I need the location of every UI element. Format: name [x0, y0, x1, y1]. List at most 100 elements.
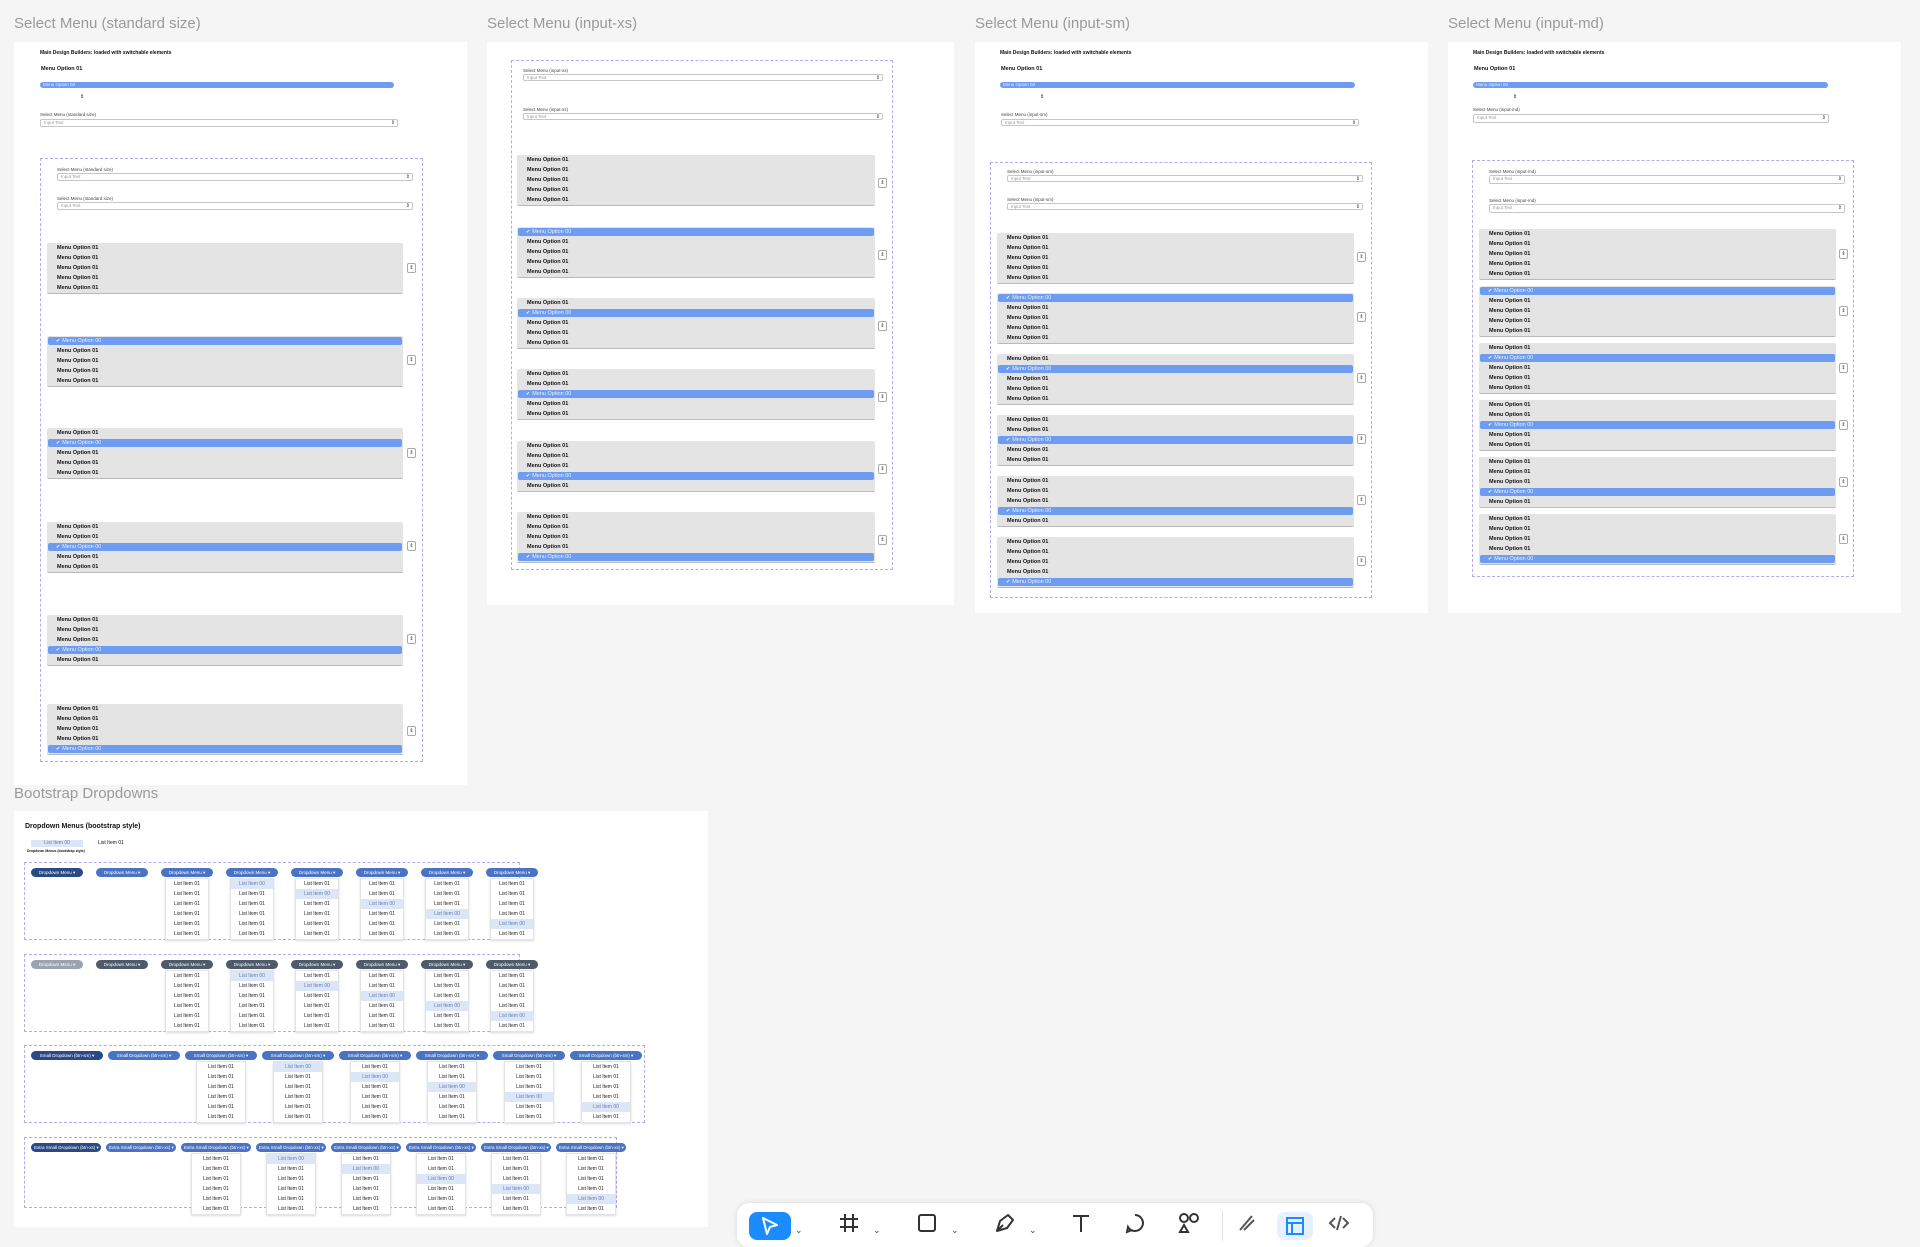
dropdown-item[interactable]: List Item 01	[492, 1154, 540, 1164]
menu-option[interactable]: Menu Option 01	[1479, 457, 1836, 467]
dropdown-toggle-button[interactable]: Dropdown Menu ▾	[96, 868, 148, 877]
dropdown-item[interactable]: List Item 01	[166, 981, 208, 991]
dropdown-item[interactable]: List Item 01	[231, 889, 273, 899]
dropdown-item[interactable]: List Item 01	[417, 1194, 465, 1204]
menu-option[interactable]: Menu Option 01	[997, 394, 1354, 404]
menu-option[interactable]: Menu Option 01	[47, 625, 403, 635]
dropdown-item[interactable]: List Item 01	[342, 1154, 390, 1164]
dropdown-item[interactable]: List Item 01	[274, 1112, 322, 1122]
dropdown-item[interactable]: List Item 01	[267, 1174, 315, 1184]
stepper-icon[interactable]: ⇕	[878, 464, 887, 474]
menu-option[interactable]: Menu Option 01	[1479, 383, 1836, 393]
stepper-icon[interactable]: ⇕	[1357, 495, 1366, 505]
dropdown-item[interactable]: List Item 01	[426, 879, 468, 889]
dropdown-item[interactable]: List Item 01	[192, 1194, 240, 1204]
dropdown-item[interactable]: List Item 01	[197, 1062, 245, 1072]
menu-option-selected[interactable]: Menu Option 00	[518, 553, 874, 561]
menu-option[interactable]: Menu Option 01	[997, 557, 1354, 567]
dropdown-item[interactable]: List Item 01	[426, 971, 468, 981]
dropdown-item[interactable]: List Item 01	[491, 981, 533, 991]
menu-option[interactable]: Menu Option 01	[997, 313, 1354, 323]
dropdown-item[interactable]: List Item 01	[231, 899, 273, 909]
dropdown-item[interactable]: List Item 01	[428, 1112, 476, 1122]
menu-option[interactable]: Menu Option 01	[517, 512, 875, 522]
select-menu-open[interactable]: Menu Option 01 Menu Option 00 Menu Optio…	[1479, 343, 1836, 394]
menu-option[interactable]: Menu Option 01	[997, 496, 1354, 506]
stepper-icon[interactable]: ⇕	[878, 178, 887, 188]
dropdown-item[interactable]: List Item 01	[491, 991, 533, 1001]
dropdown-item[interactable]: List Item 01	[274, 1102, 322, 1112]
menu-option[interactable]: Menu Option 01	[997, 476, 1354, 486]
stepper-icon[interactable]: ⇕	[1357, 373, 1366, 383]
menu-option[interactable]: Menu Option 01	[1479, 343, 1836, 353]
frame-tool-icon[interactable]	[833, 1212, 865, 1240]
menu-option[interactable]: Menu Option 01	[47, 552, 403, 562]
menu-option[interactable]: Menu Option 01	[1479, 316, 1836, 326]
dropdown-toggle-button[interactable]: Dropdown Menu ▾	[31, 868, 83, 877]
dropdown-item[interactable]: List Item 01	[491, 1001, 533, 1011]
chevron-down-icon[interactable]: ⌄	[1029, 1225, 1037, 1236]
dropdown-item[interactable]: List Item 01	[567, 1204, 615, 1214]
select-input[interactable]: Input Text ⇕	[1489, 204, 1845, 213]
menu-option[interactable]: Menu Option 01	[1479, 440, 1836, 450]
dropdown-item[interactable]: List Item 01	[361, 909, 403, 919]
dropdown-item[interactable]: List Item 01	[505, 1062, 553, 1072]
select-input[interactable]: Input Text ⇕	[40, 119, 398, 127]
menu-option[interactable]: Menu Option 01	[517, 542, 875, 552]
menu-option[interactable]: Menu Option 01	[517, 247, 875, 257]
menu-option[interactable]: Menu Option 01	[1479, 296, 1836, 306]
dropdown-item[interactable]: List Item 01	[192, 1204, 240, 1214]
dropdown-item[interactable]: List Item 01	[567, 1154, 615, 1164]
menu-option[interactable]: Menu Option 01	[517, 237, 875, 247]
dropdown-toggle-button[interactable]: Dropdown Menu ▾	[31, 960, 83, 969]
dropdown-toggle-button[interactable]: Dropdown Menu ▾	[486, 960, 538, 969]
dropdown-item[interactable]: List Item 01	[231, 1021, 273, 1031]
menu-option[interactable]: Menu Option 01	[517, 195, 875, 205]
dropdown-item[interactable]: List Item 01	[197, 1092, 245, 1102]
menu-option[interactable]: Menu Option 01	[47, 253, 403, 263]
menu-option[interactable]: Menu Option 01	[997, 333, 1354, 343]
select-menu-open[interactable]: Menu Option 01 Menu Option 01 Menu Optio…	[997, 476, 1354, 527]
frame-label-standard[interactable]: Select Menu (standard size)	[14, 15, 201, 32]
select-menu-open[interactable]: Menu Option 01 Menu Option 00 Menu Optio…	[997, 354, 1354, 405]
select-menu-open[interactable]: Menu Option 01 Menu Option 01 Menu Optio…	[517, 441, 875, 492]
menu-option[interactable]: Menu Option 01	[997, 455, 1354, 465]
dropdown-toggle-button[interactable]: Dropdown Menu ▾	[226, 960, 278, 969]
dropdown-item-active[interactable]: List Item 00	[567, 1194, 615, 1204]
menu-option[interactable]: Menu Option 01	[517, 175, 875, 185]
stepper-icon[interactable]: ⇕	[407, 634, 416, 644]
dropdown-toggle-button[interactable]: Dropdown Menu ▾	[356, 960, 408, 969]
pen-tool-icon[interactable]	[989, 1212, 1021, 1240]
dropdown-item-active[interactable]: List Item 00	[492, 1184, 540, 1194]
dropdown-item[interactable]: List Item 01	[582, 1062, 630, 1072]
dropdown-toggle-button[interactable]: Dropdown Menu ▾	[421, 960, 473, 969]
dropdown-toggle-button[interactable]: Dropdown Menu ▾	[486, 868, 538, 877]
frame-label-bootstrap[interactable]: Bootstrap Dropdowns	[14, 785, 158, 802]
dropdown-item[interactable]: List Item 01	[296, 879, 338, 889]
menu-option[interactable]: Menu Option 01	[517, 257, 875, 267]
select-menu-open[interactable]: Menu Option 00 Menu Option 01 Menu Optio…	[47, 336, 403, 387]
menu-option[interactable]: Menu Option 01	[1479, 363, 1836, 373]
menu-option[interactable]: Menu Option 01	[47, 243, 403, 253]
menu-option[interactable]: Menu Option 01	[517, 369, 875, 379]
menu-option[interactable]: Menu Option 01	[517, 338, 875, 348]
select-menu-open[interactable]: Menu Option 00 Menu Option 01 Menu Optio…	[997, 293, 1354, 344]
dropdown-item-active[interactable]: List Item 00	[426, 1001, 468, 1011]
menu-option[interactable]: Menu Option 01	[1479, 259, 1836, 269]
menu-option[interactable]: Menu Option 01	[47, 428, 403, 438]
stepper-icon[interactable]: ⇕	[1357, 556, 1366, 566]
dropdown-item[interactable]: List Item 01	[426, 929, 468, 939]
dropdown-item[interactable]: List Item 01	[166, 879, 208, 889]
select-menu-open[interactable]: Menu Option 01 Menu Option 01 Menu Optio…	[1479, 457, 1836, 508]
select-input[interactable]: Input Text ⇕	[523, 74, 883, 81]
frame-md[interactable]: Main Design Builders: loaded with switch…	[1448, 42, 1901, 613]
menu-option[interactable]: Menu Option 01	[517, 328, 875, 338]
dropdown-item[interactable]: List Item 01	[166, 1011, 208, 1021]
dropdown-item[interactable]: List Item 01	[267, 1184, 315, 1194]
menu-option[interactable]: Menu Option 01	[47, 356, 403, 366]
dropdown-toggle-button[interactable]: Dropdown Menu ▾	[226, 868, 278, 877]
dropdown-item[interactable]: List Item 01	[342, 1174, 390, 1184]
dropdown-item[interactable]: List Item 01	[361, 1021, 403, 1031]
select-menu-open[interactable]: Menu Option 01 Menu Option 01 Menu Optio…	[47, 615, 403, 666]
dropdown-item[interactable]: List Item 01	[361, 981, 403, 991]
